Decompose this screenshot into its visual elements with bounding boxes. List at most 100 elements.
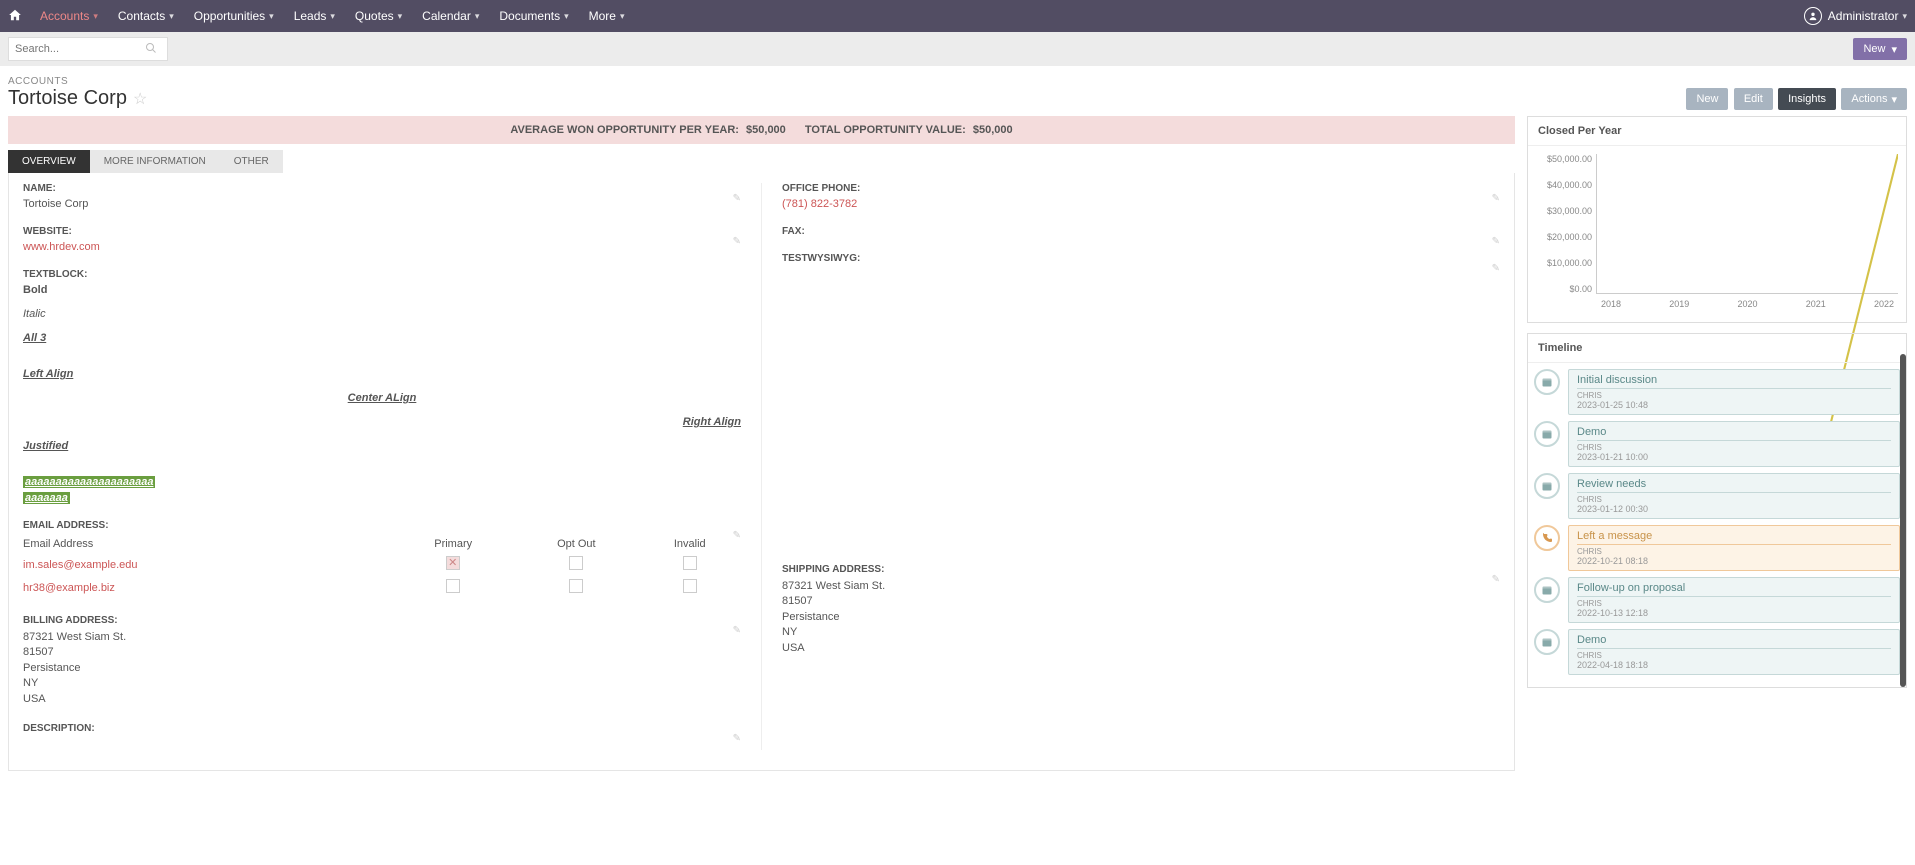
nav-calendar[interactable]: Calendar▾ [412, 0, 489, 32]
edit-pencil-icon[interactable]: ✎ [1492, 263, 1500, 274]
timeline-item-title: Left a message [1577, 530, 1891, 545]
caret-icon: ▾ [475, 11, 480, 22]
edit-pencil-icon[interactable]: ✎ [733, 236, 741, 247]
invalid-checkbox[interactable] [683, 579, 697, 593]
textblock-value: Bold Italic All 3 Left Align Center ALig… [23, 284, 741, 504]
website-link[interactable]: www.hrdev.com [23, 241, 100, 253]
timeline-item-date: 2023-01-21 10:00 [1577, 452, 1891, 462]
search-icon[interactable] [145, 42, 157, 57]
testwys-label: TESTWYSIWYG: [782, 253, 1500, 264]
favorite-star-icon[interactable]: ☆ [133, 89, 147, 109]
x-tick: 2018 [1601, 299, 1621, 309]
calendar-icon [1534, 629, 1560, 655]
email-header-optout: Opt Out [514, 535, 638, 553]
actions-button[interactable]: Actions ▾ [1841, 88, 1907, 110]
total-opp-value: $50,000 [973, 124, 1013, 136]
y-tick: $40,000.00 [1536, 180, 1592, 190]
edit-pencil-icon[interactable]: ✎ [1492, 193, 1500, 204]
invalid-checkbox[interactable] [683, 556, 697, 570]
edit-button[interactable]: Edit [1734, 88, 1773, 110]
tab-more-info[interactable]: MORE INFORMATION [90, 150, 220, 173]
primary-checkbox[interactable] [446, 556, 460, 570]
stats-banner: AVERAGE WON OPPORTUNITY PER YEAR: $50,00… [8, 116, 1515, 144]
y-tick: $20,000.00 [1536, 232, 1592, 242]
website-label: WEBSITE: [23, 226, 741, 237]
tab-overview[interactable]: OVERVIEW [8, 150, 90, 173]
timeline-item-date: 2022-10-13 12:18 [1577, 608, 1891, 618]
timeline-item[interactable]: DemoCHRIS2022-04-18 18:18 [1534, 629, 1900, 675]
tabs: OVERVIEW MORE INFORMATION OTHER [8, 150, 1515, 173]
nav-contacts[interactable]: Contacts▾ [108, 0, 184, 32]
nav-leads[interactable]: Leads▾ [284, 0, 345, 32]
nav-opportunities[interactable]: Opportunities▾ [184, 0, 284, 32]
edit-pencil-icon[interactable]: ✎ [733, 625, 741, 636]
timeline-item[interactable]: Review needsCHRIS2023-01-12 00:30 [1534, 473, 1900, 519]
top-nav: Accounts▾Contacts▾Opportunities▾Leads▾Qu… [0, 0, 1915, 32]
name-label: NAME: [23, 183, 741, 194]
timeline-item[interactable]: Initial discussionCHRIS2023-01-25 10:48 [1534, 369, 1900, 415]
avg-won-value: $50,000 [746, 124, 786, 136]
email-label: EMAIL ADDRESS: [23, 520, 741, 531]
timeline-item[interactable]: Follow-up on proposal CHRIS2022-10-13 12:… [1534, 577, 1900, 623]
caret-icon: ▾ [398, 11, 403, 22]
edit-pencil-icon[interactable]: ✎ [1492, 236, 1500, 247]
scrollbar[interactable] [1900, 354, 1906, 687]
y-tick: $10,000.00 [1536, 258, 1592, 268]
timeline-item-date: 2023-01-12 00:30 [1577, 504, 1891, 514]
search-input[interactable] [15, 43, 145, 55]
closed-chart: $50,000.00$40,000.00$30,000.00$20,000.00… [1536, 154, 1898, 314]
timeline-item-author: CHRIS [1577, 443, 1891, 452]
edit-pencil-icon[interactable]: ✎ [733, 530, 741, 541]
total-opp-label: TOTAL OPPORTUNITY VALUE: [805, 124, 966, 136]
user-menu[interactable]: Administrator ▾ [1804, 7, 1907, 25]
edit-pencil-icon[interactable]: ✎ [1492, 574, 1500, 585]
shipping-label: SHIPPING ADDRESS: [782, 564, 1500, 575]
nav-accounts[interactable]: Accounts▾ [30, 0, 108, 32]
tab-other[interactable]: OTHER [220, 150, 283, 173]
new-button-top[interactable]: New ▾ [1853, 38, 1907, 60]
nav-quotes[interactable]: Quotes▾ [345, 0, 412, 32]
email-link[interactable]: im.sales@example.edu [23, 559, 138, 571]
phone-label: OFFICE PHONE: [782, 183, 1500, 194]
y-tick: $0.00 [1536, 284, 1592, 294]
calendar-icon [1534, 577, 1560, 603]
edit-pencil-icon[interactable]: ✎ [733, 733, 741, 744]
timeline-content: Follow-up on proposal CHRIS2022-10-13 12:… [1568, 577, 1900, 623]
timeline-item-title: Follow-up on proposal [1577, 582, 1891, 597]
phone-link[interactable]: (781) 822-3782 [782, 198, 857, 210]
new-button[interactable]: New [1686, 88, 1728, 110]
closed-per-year-card: Closed Per Year $50,000.00$40,000.00$30,… [1527, 116, 1907, 323]
timeline-item-title: Demo [1577, 634, 1891, 649]
avg-won-label: AVERAGE WON OPPORTUNITY PER YEAR: [510, 124, 739, 136]
nav-more[interactable]: More▾ [579, 0, 635, 32]
search-wrap [8, 37, 168, 61]
search-bar: New ▾ [0, 32, 1915, 66]
optout-checkbox[interactable] [569, 579, 583, 593]
timeline-item-author: CHRIS [1577, 599, 1891, 608]
timeline-item-title: Demo [1577, 426, 1891, 441]
desc-label: DESCRIPTION: [23, 723, 741, 734]
timeline-item[interactable]: Left a messageCHRIS2022-10-21 08:18 [1534, 525, 1900, 571]
avatar-icon [1804, 7, 1822, 25]
billing-label: BILLING ADDRESS: [23, 615, 741, 626]
timeline-item-date: 2022-10-21 08:18 [1577, 556, 1891, 566]
email-header-addr: Email Address [23, 535, 392, 553]
timeline-item-date: 2022-04-18 18:18 [1577, 660, 1891, 670]
primary-checkbox[interactable] [446, 579, 460, 593]
nav-documents[interactable]: Documents▾ [489, 0, 578, 32]
calendar-icon [1534, 473, 1560, 499]
title-actions: New Edit Insights Actions ▾ [1684, 88, 1907, 110]
timeline-item[interactable]: Demo CHRIS2023-01-21 10:00 [1534, 421, 1900, 467]
timeline-item-author: CHRIS [1577, 391, 1891, 400]
caret-icon: ▾ [330, 11, 335, 22]
edit-pencil-icon[interactable]: ✎ [733, 193, 741, 204]
timeline-title: Timeline [1528, 334, 1906, 363]
email-row: im.sales@example.edu [23, 553, 741, 576]
email-link[interactable]: hr38@example.biz [23, 582, 115, 594]
home-icon[interactable] [8, 8, 22, 25]
caret-icon: ▾ [564, 11, 569, 22]
optout-checkbox[interactable] [569, 556, 583, 570]
insights-button[interactable]: Insights [1778, 88, 1836, 110]
x-tick: 2022 [1874, 299, 1894, 309]
timeline-item-title: Initial discussion [1577, 374, 1891, 389]
